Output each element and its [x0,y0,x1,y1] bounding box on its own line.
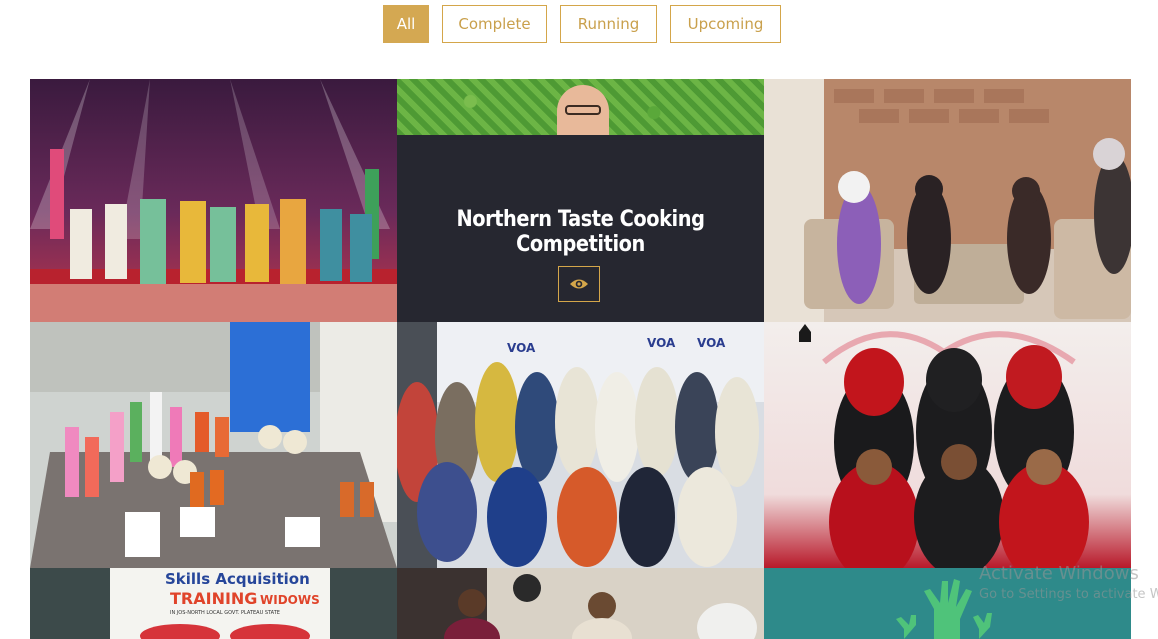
voa-group-photo: VOA VOA VOA [397,322,764,568]
portfolio-item-stage-performance[interactable] [30,79,397,322]
windows-activation-watermark: Activate Windows Go to Settings to activ… [979,563,1158,602]
svg-text:VOA: VOA [507,341,536,355]
portfolio-item-womens-health[interactable] [764,322,1131,568]
watermark-title: Activate Windows [979,563,1139,584]
view-details-button[interactable] [558,266,600,302]
filter-all-button[interactable]: All [383,5,429,43]
portfolio-item-cooking-competition[interactable]: Northern Taste Cooking Competition [397,79,764,322]
panel-discussion-photo [764,79,1131,322]
person-photo [557,85,609,135]
portfolio-item-skills-acquisition[interactable]: Skills Acquisition TRAINING WIDOWS IN JO… [30,568,397,639]
filter-upcoming-button[interactable]: Upcoming [670,5,781,43]
portfolio-item-title: Northern Taste Cooking Competition [456,207,705,257]
svg-text:Skills Acquisition: Skills Acquisition [165,570,310,588]
svg-text:VOA: VOA [647,336,676,350]
filter-running-button[interactable]: Running [560,5,657,43]
portfolio-item-panel-discussion[interactable] [764,79,1131,322]
portfolio-item-products-display[interactable] [30,322,397,568]
products-display-photo [30,322,397,568]
portfolio-item-meeting[interactable] [397,568,764,639]
portfolio-item-voa-group-photo[interactable]: VOA VOA VOA [397,322,764,568]
filter-complete-button[interactable]: Complete [442,5,547,43]
portfolio-grid: Northern Taste Cooking Competition VOA V… [30,79,1131,639]
portfolio-filter-bar: All Complete Running Upcoming [383,5,781,43]
svg-text:VOA: VOA [697,336,726,350]
meeting-photo [397,568,764,639]
svg-text:TRAINING: TRAINING [170,589,257,608]
stage-performance-photo [30,79,397,322]
watermark-subtitle: Go to Settings to activate W [979,587,1158,602]
eye-icon [570,279,588,289]
svg-text:IN JOS-NORTH LOCAL GOVT. PLATE: IN JOS-NORTH LOCAL GOVT. PLATEAU STATE [170,610,280,616]
skills-acquisition-photo: Skills Acquisition TRAINING WIDOWS IN JO… [30,568,397,639]
cooking-competition-photo [397,79,764,135]
svg-text:WIDOWS: WIDOWS [260,593,320,607]
womens-health-photo [764,322,1131,568]
